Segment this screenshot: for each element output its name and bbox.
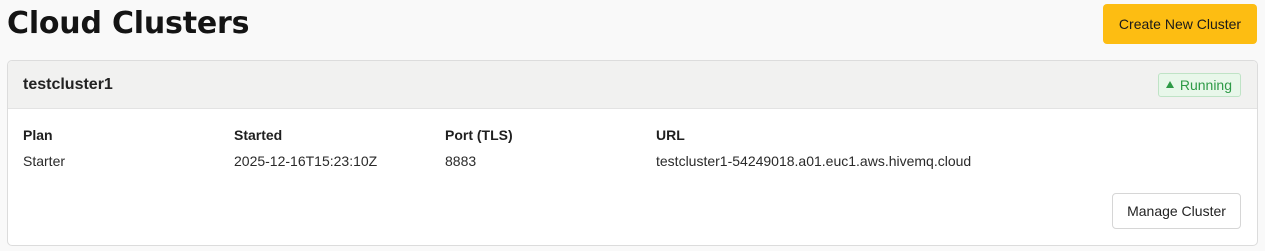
url-value: testcluster1-54249018.a01.euc1.aws.hivem…	[656, 153, 972, 169]
page-title: Cloud Clusters	[7, 6, 250, 41]
started-field: Started 2025-12-16T15:23:10Z	[234, 127, 377, 169]
url-label: URL	[656, 127, 685, 143]
port-value: 8883	[445, 153, 477, 169]
port-label: Port (TLS)	[445, 127, 513, 143]
create-new-cluster-button[interactable]: Create New Cluster	[1103, 4, 1257, 44]
plan-field: Plan Starter	[23, 127, 65, 169]
port-field: Port (TLS) 8883	[445, 127, 513, 169]
started-value: 2025-12-16T15:23:10Z	[234, 153, 378, 169]
status-label: Running	[1179, 77, 1232, 93]
cluster-name: testcluster1	[23, 76, 113, 93]
status-badge: Running	[1157, 73, 1241, 97]
url-field: URL testcluster1-54249018.a01.euc1.aws.h…	[656, 127, 971, 169]
started-label: Started	[234, 127, 283, 143]
manage-cluster-button[interactable]: Manage Cluster	[1112, 193, 1241, 229]
cluster-card-header: testcluster1 Running	[8, 61, 1257, 109]
triangle-up-icon	[1165, 81, 1174, 88]
plan-value: Starter	[23, 153, 66, 169]
cluster-card: testcluster1 Running Plan Starter Starte…	[7, 60, 1258, 246]
plan-label: Plan	[23, 127, 53, 143]
